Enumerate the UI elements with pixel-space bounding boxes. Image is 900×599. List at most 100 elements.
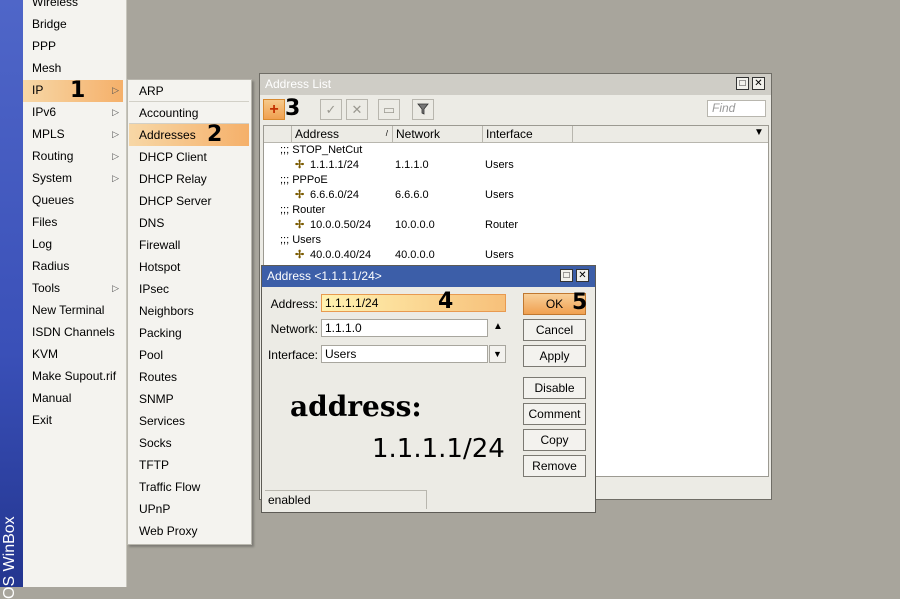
columns-dropdown-icon[interactable]: ▼ [754,127,764,138]
main-menu-item-files[interactable]: Files [23,212,123,234]
main-menu-item-wireless[interactable]: Wireless [23,0,123,14]
main-menu-item-ppp[interactable]: PPP [23,36,123,58]
main-menu-item-label: ISDN Channels [32,325,115,339]
close-icon[interactable]: ✕ [752,77,765,90]
main-menu-item-new-terminal[interactable]: New Terminal [23,300,123,322]
interface-dropdown-icon[interactable]: ▼ [489,345,506,363]
dialog-close-icon[interactable]: ✕ [576,269,589,282]
main-menu-item-label: Routing [32,149,74,163]
main-menu-item-label: Queues [32,193,75,207]
main-menu-item-exit[interactable]: Exit [23,410,123,432]
main-menu-item-label: Wireless [32,0,79,9]
main-menu-item-queues[interactable]: Queues [23,190,123,212]
submenu-arrow-icon: ▷ [112,283,119,293]
main-menu-item-mpls[interactable]: MPLS ▷ [23,124,123,146]
main-menu-item-kvm[interactable]: KVM [23,344,123,366]
main-menu-item-log[interactable]: Log [23,234,123,256]
step-badge-3: 3 [285,96,300,121]
disable-button[interactable]: Disable [523,377,586,399]
interface-select[interactable]: Users [321,345,488,363]
submenu-item-dhcp-client[interactable]: DHCP Client [129,146,249,168]
submenu-item-addresses[interactable]: Addresses [129,124,249,146]
main-menu-item-mesh[interactable]: Mesh [23,58,123,80]
column-header-interface[interactable]: Interface [482,126,572,142]
column-header-network[interactable]: Network [392,126,482,142]
add-button[interactable]: + [263,99,285,120]
row-comment: ;;; STOP_NetCut [280,144,363,156]
maximize-icon[interactable]: □ [736,77,749,90]
network-label: Network: [270,322,318,336]
table-row[interactable]: ✢ 10.0.0.50/24 10.0.0.0 Router [264,218,768,233]
submenu-item-snmp[interactable]: SNMP [129,388,249,410]
submenu-item-socks[interactable]: Socks [129,432,249,454]
main-menu-item-manual[interactable]: Manual [23,388,123,410]
table-comment-row[interactable]: ;;; Router [264,203,768,218]
dialog-title-bar[interactable]: Address <1.1.1.1/24> □ ✕ [262,266,595,287]
main-menu-item-label: MPLS [32,127,65,141]
main-menu-item-bridge[interactable]: Bridge [23,14,123,36]
comment-button[interactable]: ▭ [378,99,400,120]
main-menu-item-radius[interactable]: Radius [23,256,123,278]
cancel-button[interactable]: Cancel [523,319,586,341]
main-menu-item-isdn-channels[interactable]: ISDN Channels [23,322,123,344]
comment-button[interactable]: Comment [523,403,586,425]
submenu-item-dhcp-server[interactable]: DHCP Server [129,190,249,212]
network-field[interactable]: 1.1.1.0 [321,319,488,337]
main-menu-item-label: Log [32,237,53,251]
table-row[interactable]: ✢ 6.6.6.0/24 6.6.6.0 Users [264,188,768,203]
disable-button[interactable]: ✕ [346,99,368,120]
submenu-item-pool[interactable]: Pool [129,344,249,366]
column-header-address[interactable]: Address / [291,126,392,142]
filter-button[interactable] [412,99,434,120]
submenu-item-routes[interactable]: Routes [129,366,249,388]
main-menu-item-label: Manual [32,391,72,405]
enable-button[interactable]: ✓ [320,99,342,120]
main-menu-item-routing[interactable]: Routing ▷ [23,146,123,168]
submenu-item-firewall[interactable]: Firewall [129,234,249,256]
dialog-maximize-icon[interactable]: □ [560,269,573,282]
address-edit-dialog: Address <1.1.1.1/24> □ ✕ Address: 1.1.1.… [261,265,596,513]
main-menu-item-make-supout-rif[interactable]: Make Supout.rif [23,366,123,388]
apply-button[interactable]: Apply [523,345,586,367]
submenu-item-upnp[interactable]: UPnP [129,498,249,520]
submenu-item-neighbors[interactable]: Neighbors [129,300,249,322]
main-menu-item-label: Tools [32,281,61,295]
submenu-item-dns[interactable]: DNS [129,212,249,234]
submenu-arrow-icon: ▷ [112,85,119,95]
submenu-item-accounting[interactable]: Accounting [129,102,249,124]
main-menu-item-ipv6[interactable]: IPv6 ▷ [23,102,123,124]
address-label: Address: [270,297,318,311]
submenu-item-dhcp-relay[interactable]: DHCP Relay [129,168,249,190]
table-row[interactable]: ✢ 1.1.1.1/24 1.1.1.0 Users [264,158,768,173]
submenu-item-web-proxy[interactable]: Web Proxy [129,520,249,542]
step-badge-2: 2 [207,122,222,147]
address-entry-icon: ✢ [295,219,305,231]
submenu-arrow-icon: ▷ [112,151,119,161]
submenu-item-traffic-flow[interactable]: Traffic Flow [129,476,249,498]
main-menu-item-label: Files [32,215,58,229]
row-comment: ;;; PPPoE [280,174,328,186]
table-comment-row[interactable]: ;;; PPPoE [264,173,768,188]
network-toggle-icon[interactable]: ▲ [493,321,503,332]
step-badge-4: 4 [438,289,453,314]
table-row[interactable]: ✢ 40.0.0.40/24 40.0.0.0 Users [264,248,768,263]
step-badge-1: 1 [70,78,85,103]
main-menu-item-system[interactable]: System ▷ [23,168,123,190]
remove-button[interactable]: Remove [523,455,586,477]
address-list-toolbar: + 3 ✓ ✕ ▭ Find [260,95,771,123]
main-menu-item-tools[interactable]: Tools ▷ [23,278,123,300]
submenu-item-services[interactable]: Services [129,410,249,432]
submenu-item-tftp[interactable]: TFTP [129,454,249,476]
submenu-item-ipsec[interactable]: IPsec [129,278,249,300]
main-menu-item-label: Bridge [32,17,67,31]
table-comment-row[interactable]: ;;; STOP_NetCut [264,143,768,158]
table-comment-row[interactable]: ;;; Users [264,233,768,248]
submenu-item-hotspot[interactable]: Hotspot [129,256,249,278]
submenu-item-packing[interactable]: Packing [129,322,249,344]
main-menu-item-label: PPP [32,39,57,53]
copy-button[interactable]: Copy [523,429,586,451]
submenu-item-arp[interactable]: ARP [129,80,249,102]
find-input[interactable]: Find [707,100,766,117]
address-list-title-bar[interactable]: Address List □ ✕ [260,74,771,95]
address-field[interactable]: 1.1.1.1/24 [321,294,506,312]
